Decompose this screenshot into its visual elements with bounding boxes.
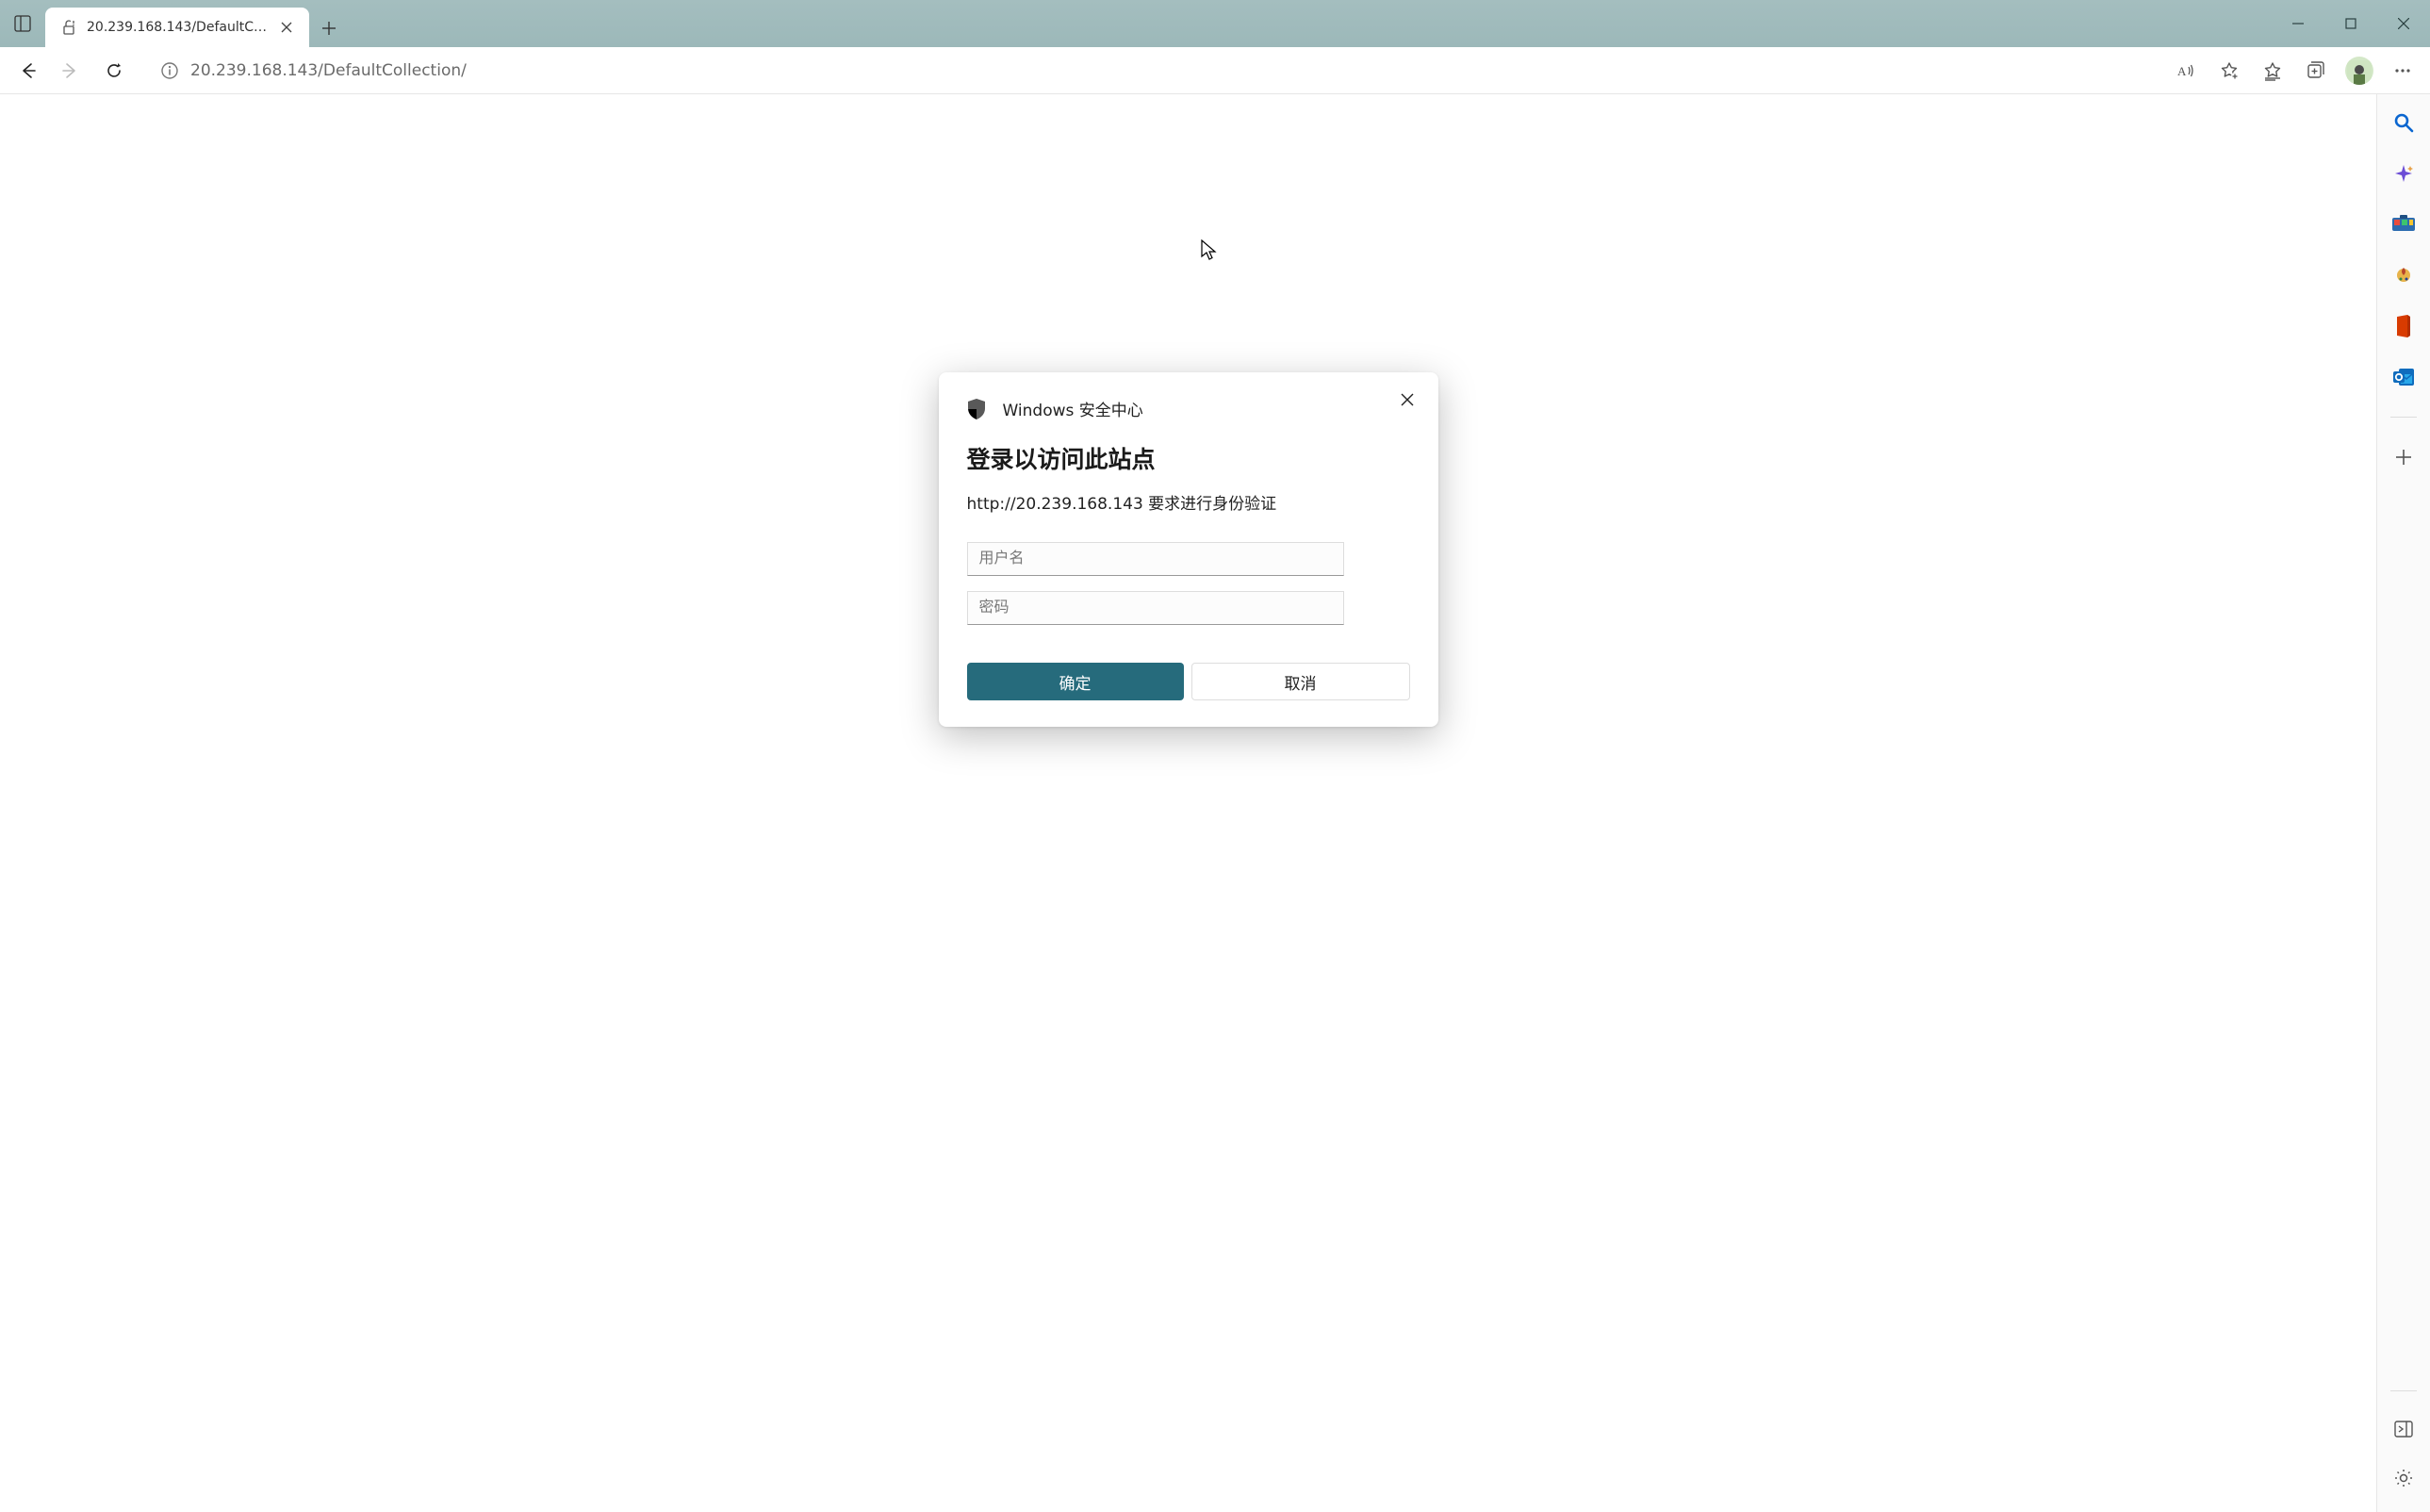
edge-sidebar [2377, 94, 2430, 1512]
site-info-icon[interactable] [160, 61, 179, 80]
games-icon[interactable] [2389, 260, 2419, 290]
address-bar[interactable]: 20.239.168.143/DefaultCollection/ [147, 54, 2153, 88]
favorites-button[interactable] [2253, 51, 2292, 90]
title-bar: 20.239.168.143/DefaultCollection [0, 0, 2430, 47]
password-input[interactable] [967, 591, 1344, 625]
read-aloud-button[interactable]: A [2166, 51, 2206, 90]
refresh-button[interactable] [94, 51, 134, 90]
sidebar-divider [2390, 1390, 2417, 1391]
dialog-subtitle: http://20.239.168.143 要求进行身份验证 [967, 490, 1410, 514]
close-dialog-button[interactable] [1393, 386, 1421, 414]
discover-icon[interactable] [2389, 158, 2419, 189]
office-icon[interactable] [2389, 311, 2419, 341]
collections-button[interactable] [2296, 51, 2336, 90]
tab-title: 20.239.168.143/DefaultCollection [87, 20, 268, 35]
search-icon[interactable] [2389, 107, 2419, 138]
minimize-button[interactable] [2272, 0, 2324, 47]
add-sidebar-icon[interactable] [2389, 442, 2419, 472]
collapse-sidebar-icon[interactable] [2389, 1414, 2419, 1444]
dialog-title: 登录以访问此站点 [967, 441, 1410, 475]
settings-menu-button[interactable] [2383, 51, 2422, 90]
new-tab-button[interactable] [309, 9, 349, 47]
content-wrapper: Windows 安全中心 登录以访问此站点 http://20.239.168.… [0, 94, 2430, 1512]
window-controls [2272, 0, 2430, 47]
sidebar-divider [2390, 417, 2417, 418]
browser-tab[interactable]: 20.239.168.143/DefaultCollection [45, 8, 309, 47]
lock-warning-icon [60, 19, 77, 36]
browser-toolbar: 20.239.168.143/DefaultCollection/ A [0, 47, 2430, 94]
ok-button[interactable]: 确定 [967, 663, 1184, 700]
outlook-icon[interactable] [2389, 362, 2419, 392]
add-favorite-button[interactable] [2209, 51, 2249, 90]
username-input[interactable] [967, 542, 1344, 576]
close-tab-button[interactable] [273, 14, 300, 41]
dialog-brand: Windows 安全中心 [1003, 397, 1143, 420]
mouse-cursor [1201, 239, 1218, 262]
cancel-button[interactable]: 取消 [1191, 663, 1410, 700]
svg-text:A: A [2177, 64, 2187, 78]
shield-icon [967, 399, 986, 419]
sidebar-settings-icon[interactable] [2389, 1463, 2419, 1493]
profile-button[interactable] [2345, 57, 2373, 85]
url-text: 20.239.168.143/DefaultCollection/ [190, 61, 2140, 80]
tab-actions-button[interactable] [0, 0, 45, 47]
auth-dialog: Windows 安全中心 登录以访问此站点 http://20.239.168.… [939, 372, 1438, 727]
close-window-button[interactable] [2377, 0, 2430, 47]
tools-icon[interactable] [2389, 209, 2419, 239]
back-button[interactable] [8, 51, 47, 90]
page-content: Windows 安全中心 登录以访问此站点 http://20.239.168.… [0, 94, 2377, 1512]
maximize-button[interactable] [2324, 0, 2377, 47]
forward-button[interactable] [51, 51, 90, 90]
